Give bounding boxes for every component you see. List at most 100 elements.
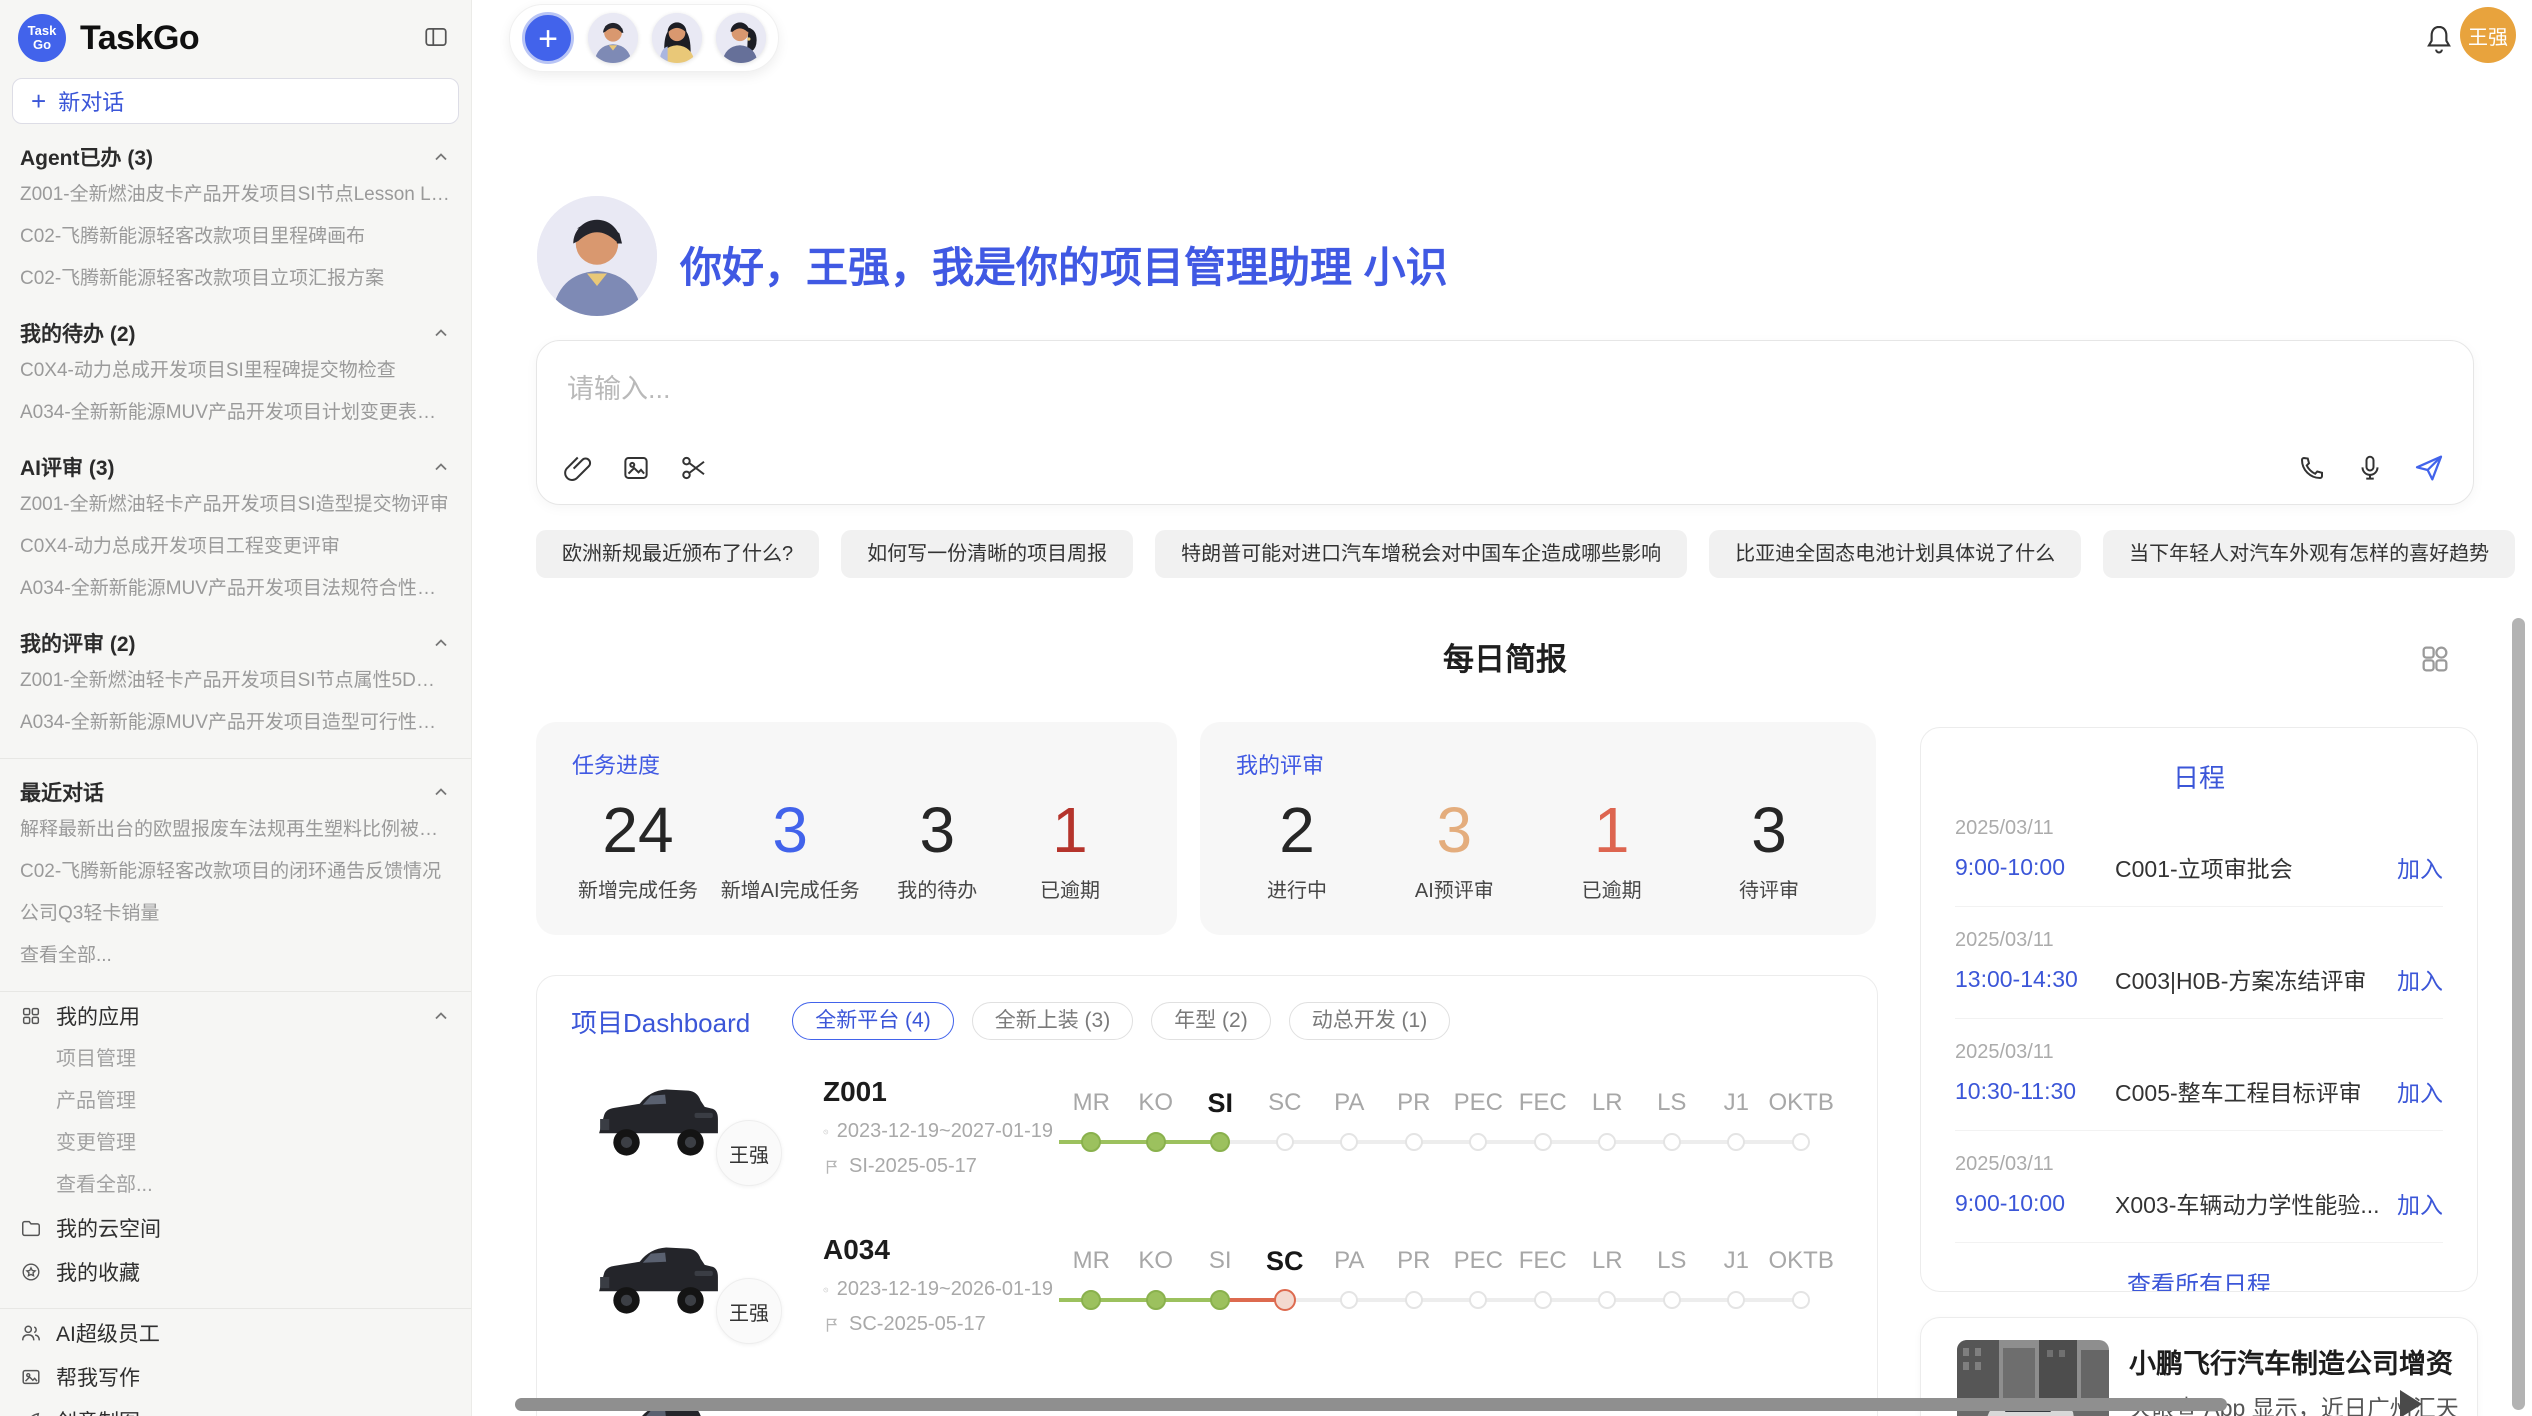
app-item[interactable]: 项目管理: [0, 1038, 471, 1080]
member-avatar-1[interactable]: [588, 13, 638, 63]
suggestion-chip[interactable]: 特朗普可能对进口汽车增税会对中国车企造成哪些影响: [1155, 530, 1687, 578]
suggestion-chip[interactable]: 当下年轻人对汽车外观有怎样的喜好趋势: [2103, 530, 2515, 578]
join-link[interactable]: 加入: [2397, 962, 2443, 996]
milestone: SI: [1188, 1244, 1253, 1320]
milestone-label: J1: [1704, 1244, 1769, 1278]
favorites-label: 我的收藏: [56, 1257, 140, 1287]
sidebar-item-ai-staff[interactable]: AI超级员工: [0, 1311, 471, 1355]
suggestion-chip[interactable]: 如何写一份清晰的项目周报: [841, 530, 1133, 578]
milestone: PEC: [1446, 1086, 1511, 1162]
app-item[interactable]: 变更管理: [0, 1122, 471, 1164]
milestone: SI: [1188, 1086, 1253, 1162]
project-row-a034[interactable]: 王强 A034 2023-12-19~2026-01-19 SC-2025-05…: [537, 1222, 1877, 1382]
task-item[interactable]: C02-飞腾新能源轻客改款项目立项汇报方案: [20, 258, 451, 300]
sidebar-item-write-helper[interactable]: 帮我写作: [0, 1355, 471, 1399]
briefing-layout-icon[interactable]: [2418, 642, 2452, 676]
task-item[interactable]: C0X4-动力总成开发项目工程变更评审: [20, 526, 451, 568]
milestone: PR: [1382, 1086, 1447, 1162]
sidebar-item-cloud-space[interactable]: 我的云空间: [0, 1206, 471, 1250]
sidebar-header: Task Go TaskGo: [0, 0, 471, 62]
filter-pill[interactable]: 动总开发 (1): [1289, 1002, 1451, 1040]
conversation-item[interactable]: C02-飞腾新能源轻客改款项目的闭环通告反馈情况: [20, 851, 451, 893]
project-flag: SC-2025-05-17: [849, 1313, 986, 1336]
milestone-label: KO: [1124, 1244, 1189, 1278]
task-item[interactable]: C02-飞腾新能源轻客改款项目里程碑画布: [20, 216, 451, 258]
section-my-todo[interactable]: 我的待办 (2): [20, 316, 451, 350]
write-helper-label: 帮我写作: [56, 1362, 140, 1392]
new-chat-button[interactable]: + 新对话: [12, 78, 459, 124]
collapse-sidebar-icon[interactable]: [423, 24, 449, 50]
milestone-label: PEC: [1446, 1086, 1511, 1120]
add-member-button[interactable]: +: [522, 12, 574, 64]
notification-bell-icon[interactable]: [2422, 22, 2456, 56]
task-item[interactable]: A034-全新新能源MUV产品开发项目计划变更表编写: [20, 392, 451, 434]
milestone: PEC: [1446, 1244, 1511, 1320]
section-my-review[interactable]: 我的评审 (2): [20, 626, 451, 660]
task-item[interactable]: A034-全新新能源MUV产品开发项目法规符合性评审: [20, 568, 451, 610]
sidebar-scroll: Agent已办 (3) Z001-全新燃油皮卡产品开发项目SI节点Lesson …: [0, 140, 471, 1416]
milestone-label: MR: [1059, 1244, 1124, 1278]
my-todo-list: C0X4-动力总成开发项目SI里程碑提交物检查A034-全新新能源MUV产品开发…: [20, 350, 451, 434]
milestone-label: LR: [1575, 1086, 1640, 1120]
stat-value: 3: [1399, 794, 1509, 866]
suggestion-chip[interactable]: 欧洲新规最近颁布了什么?: [536, 530, 819, 578]
stat-label: 新增完成任务: [578, 874, 698, 903]
microphone-icon[interactable]: [2355, 453, 2385, 483]
sidebar-item-favorites[interactable]: 我的收藏: [0, 1250, 471, 1294]
filter-pill[interactable]: 全新平台 (4): [792, 1002, 954, 1040]
vertical-scrollbar[interactable]: [2512, 618, 2525, 1410]
milestone-label: KO: [1124, 1086, 1189, 1120]
attachment-icon[interactable]: [563, 453, 593, 483]
join-link[interactable]: 加入: [2397, 1186, 2443, 1220]
daily-briefing-title: 每日简报: [536, 634, 2474, 679]
filter-pill[interactable]: 全新上装 (3): [972, 1002, 1134, 1040]
conversation-item[interactable]: 查看全部...: [20, 935, 451, 977]
member-avatar-3[interactable]: [716, 13, 766, 63]
project-dates: 2023-12-19~2026-01-19: [837, 1278, 1053, 1301]
sidebar-item-creative-draw[interactable]: 创意制图: [0, 1399, 471, 1416]
stat: 1 已逾期: [1015, 794, 1125, 903]
section-agent-done[interactable]: Agent已办 (3): [20, 140, 451, 174]
conversation-item[interactable]: 公司Q3轻卡销量: [20, 893, 451, 935]
clock-icon: [823, 1123, 829, 1141]
phone-call-icon[interactable]: [2297, 453, 2327, 483]
task-item[interactable]: C0X4-动力总成开发项目SI里程碑提交物检查: [20, 350, 451, 392]
logo-line-1: Task: [28, 24, 57, 38]
user-avatar[interactable]: 王强: [2460, 7, 2516, 63]
section-recent-chats[interactable]: 最近对话: [20, 775, 451, 809]
milestone-label: PR: [1382, 1086, 1447, 1120]
join-link[interactable]: 加入: [2397, 1074, 2443, 1108]
milestone: MR: [1059, 1244, 1124, 1320]
schedule-time: 13:00-14:30: [1955, 966, 2115, 993]
horizontal-scrollbar[interactable]: [515, 1398, 2227, 1411]
task-item[interactable]: Z001-全新燃油轻卡产品开发项目SI节点属性5D文件评审: [20, 660, 451, 702]
stat: 1 已逾期: [1557, 794, 1667, 903]
milestone: PR: [1382, 1244, 1447, 1320]
image-upload-icon[interactable]: [621, 453, 651, 483]
milestone: J1: [1704, 1244, 1769, 1320]
stat-label: AI预评审: [1399, 874, 1509, 903]
suggestion-chip[interactable]: 比亚迪全固态电池计划具体说了什么: [1709, 530, 2081, 578]
task-item[interactable]: Z001-全新燃油轻卡产品开发项目SI造型提交物评审: [20, 484, 451, 526]
member-avatar-2[interactable]: [652, 13, 702, 63]
sidebar-item-my-apps[interactable]: 我的应用: [0, 994, 471, 1038]
app-item[interactable]: 产品管理: [0, 1080, 471, 1122]
join-link[interactable]: 加入: [2397, 850, 2443, 884]
section-ai-review[interactable]: AI评审 (3): [20, 450, 451, 484]
filter-pill[interactable]: 年型 (2): [1151, 1002, 1271, 1040]
milestone-dot: [1534, 1133, 1552, 1151]
truck-image: [593, 1226, 723, 1328]
task-item[interactable]: Z001-全新燃油皮卡产品开发项目SI节点Lesson Learn报告: [20, 174, 451, 216]
scroll-right-arrow[interactable]: [2400, 1390, 2422, 1416]
view-all-schedule-link[interactable]: 查看所有日程: [1921, 1265, 2477, 1292]
project-row-z001[interactable]: 王强 Z001 2023-12-19~2027-01-19 SI-2025-05…: [537, 1064, 1877, 1224]
sidebar: Task Go TaskGo + 新对话 Agent已办 (3) Z001-全新…: [0, 0, 472, 1416]
app-item[interactable]: 查看全部...: [0, 1164, 471, 1206]
chat-input[interactable]: [537, 341, 2473, 452]
task-item[interactable]: A034-全新新能源MUV产品开发项目造型可行性评审: [20, 702, 451, 744]
send-icon[interactable]: [2413, 452, 2445, 484]
section-title: AI评审 (3): [20, 452, 115, 482]
milestone: LS: [1640, 1244, 1705, 1320]
scissors-icon[interactable]: [679, 453, 709, 483]
conversation-item[interactable]: 解释最新出台的欧盟报废车法规再生塑料比例被调至15%...: [20, 809, 451, 851]
